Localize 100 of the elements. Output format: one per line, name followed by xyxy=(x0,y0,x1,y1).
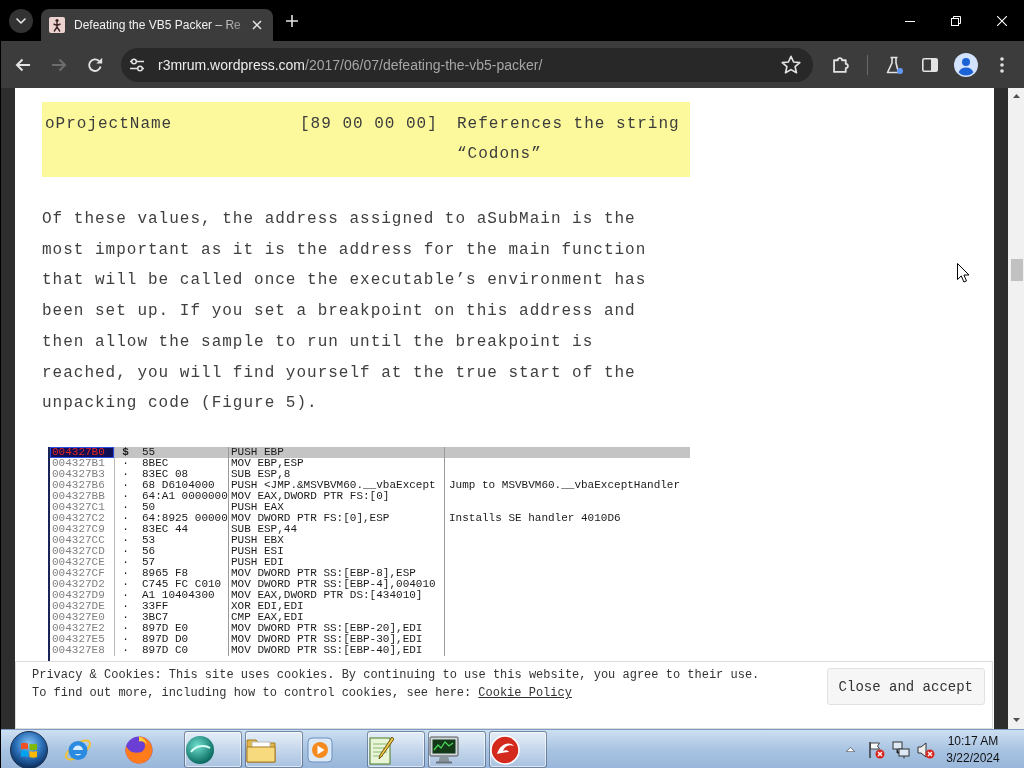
instruction-text: CMP EAX,EDI xyxy=(228,611,444,623)
marker-text: · xyxy=(114,479,136,491)
table-cell-text: References the string “Codons” xyxy=(456,114,681,165)
marker-text: · xyxy=(114,622,136,634)
notepad-pencil-icon xyxy=(368,734,394,765)
tune-icon[interactable] xyxy=(129,57,145,72)
scroll-down-icon[interactable] xyxy=(1013,718,1020,722)
instruction-text: PUSH <JMP.&MSVBVM60.__vbaExcept xyxy=(228,479,444,491)
hex-bytes-text: 68 D6104000 xyxy=(141,479,216,491)
instruction-text: MOV DWORD PTR SS:[EBP-40],EDI xyxy=(228,644,444,656)
instruction-text: MOV EAX,DWORD PTR FS:[0] xyxy=(228,490,444,502)
marker-text: · xyxy=(114,600,136,612)
flask-icon[interactable] xyxy=(885,55,903,74)
sphere-icon xyxy=(185,734,215,765)
cookie-policy-link[interactable]: Cookie Policy xyxy=(478,686,572,700)
flame-globe-icon xyxy=(124,734,154,765)
instruction-text: SUB ESP,44 xyxy=(228,523,444,535)
marker-text: · xyxy=(114,644,136,656)
page-scrollbar[interactable] xyxy=(1008,88,1024,729)
puzzle-icon[interactable] xyxy=(832,56,850,73)
start-orb-icon[interactable] xyxy=(10,730,48,768)
instruction-text: MOV EBP,ESP xyxy=(228,457,444,469)
back-arrow-icon xyxy=(15,57,31,72)
swoosh-disc-icon xyxy=(490,734,520,765)
instruction-text: PUSH EBP xyxy=(228,446,444,458)
instruction-text: MOV DWORD PTR SS:[EBP-20],EDI xyxy=(228,622,444,634)
body-paragraph: Of these values, the address assigned to aSubMain is the most important as it is the address for the main function that will be called once the executable’s environment has been set up. If you set a breakpoint on this address and then allow the sample to run until the breakpoint is reached, you will find yourself at the true start of the unpacking code (Figure 5). xyxy=(42,209,648,415)
cookie-notice-text: Privacy & Cookies: This site uses cookies. By continuing to use this website, you agree to their use. To find out more, including how to control cookies, see here: Cookie Policy xyxy=(32,667,760,702)
hex-bytes-text: 33FF xyxy=(141,600,170,612)
instruction-text: PUSH EAX xyxy=(228,501,444,513)
chevron-down-icon xyxy=(16,18,26,24)
comment-text: Installs SE handler 4010D6 xyxy=(444,512,690,524)
close-icon xyxy=(252,20,262,30)
clock-date: 3/22/2024 xyxy=(945,749,1001,767)
tab-search-button[interactable] xyxy=(9,9,33,33)
instruction-text: MOV EAX,DWORD PTR DS:[434010] xyxy=(228,589,444,601)
hex-bytes-text: 57 xyxy=(141,556,157,568)
caret-up-icon[interactable] xyxy=(846,747,855,752)
marker-text: · xyxy=(114,611,136,623)
taskbar-button[interactable] xyxy=(428,731,486,768)
marker-text: · xyxy=(114,633,136,645)
flag-alert-icon[interactable] xyxy=(866,740,885,759)
hex-bytes-text: 55 xyxy=(141,446,157,458)
hex-bytes-text: 897D D0 xyxy=(141,633,190,645)
table-cell-text: [89 00 00 00] xyxy=(299,114,439,135)
hex-bytes-text: A1 10404300 xyxy=(141,589,216,601)
instruction-text: MOV DWORD PTR SS:[EBP-30],EDI xyxy=(228,633,444,645)
clock-time: 10:17 AM xyxy=(946,732,1000,750)
hex-bytes-text: 83EC 44 xyxy=(141,523,190,535)
folder-icon xyxy=(246,736,276,763)
hex-bytes-text: 50 xyxy=(141,501,157,513)
marker-text: · xyxy=(114,556,136,568)
marker-text: · xyxy=(114,468,136,480)
address-text: 004327B0 xyxy=(50,446,114,458)
marker-text: · xyxy=(114,578,136,590)
address-bar[interactable]: r3mrum.wordpress.com/2017/06/07/defeating-the-vb5-packer/ xyxy=(121,47,813,82)
hex-bytes-text: 83EC 08 xyxy=(141,468,190,480)
more-options-icon[interactable] xyxy=(1000,56,1004,73)
instruction-text: MOV DWORD PTR FS:[0],ESP xyxy=(228,512,444,524)
marker-text: · xyxy=(114,589,136,601)
hex-bytes-text: 897D C0 xyxy=(141,644,190,656)
plus-icon xyxy=(286,15,298,27)
hex-bytes-text: 56 xyxy=(141,545,157,557)
scroll-up-icon[interactable] xyxy=(1013,94,1020,98)
side-panel-icon[interactable] xyxy=(922,57,938,72)
minimize-icon xyxy=(905,20,915,22)
close-and-accept-button[interactable]: Close and accept xyxy=(826,668,985,705)
instruction-text: PUSH EDI xyxy=(228,556,444,568)
instruction-text: MOV DWORD PTR SS:[EBP-4],004010 xyxy=(228,578,444,590)
instruction-text: MOV DWORD PTR SS:[EBP-8],ESP xyxy=(228,567,444,579)
favicon-icon xyxy=(49,17,65,33)
browser-tab[interactable]: Defeating the VB5 Packer – Re xyxy=(41,9,273,41)
marker-text: · xyxy=(114,534,136,546)
marker-text: · xyxy=(114,501,136,513)
marker-text: · xyxy=(114,567,136,579)
instruction-text: SUB ESP,8 xyxy=(228,468,444,480)
hex-bytes-text: 8965 F8 xyxy=(141,567,190,579)
mouse-pointer-icon xyxy=(957,263,970,283)
hex-bytes-text: 53 xyxy=(141,534,157,546)
star-icon[interactable] xyxy=(781,55,801,74)
reload-icon xyxy=(87,56,103,73)
hex-bytes-text: C745 FC C010 xyxy=(141,578,223,590)
hex-bytes-text: 8BEC xyxy=(141,457,170,469)
scrollbar-thumb[interactable] xyxy=(1010,259,1023,281)
marker-text: · xyxy=(114,512,136,524)
marker-text: · xyxy=(114,490,136,502)
hex-bytes-text: 897D E0 xyxy=(141,622,190,634)
url-text: r3mrum.wordpress.com/2017/06/07/defeating-the-vb5-packer/ xyxy=(158,56,543,73)
hex-bytes-text: 64:A1 0000000 xyxy=(141,490,228,502)
hex-bytes-text: 3BC7 xyxy=(141,611,170,623)
network-icon[interactable] xyxy=(891,740,910,759)
hex-bytes-text: 64:8925 00000 xyxy=(141,512,228,524)
marker-text: · xyxy=(114,457,136,469)
table-cell-text: oProjectName xyxy=(44,114,174,135)
close-icon xyxy=(997,16,1007,26)
forward-arrow-icon xyxy=(51,57,67,72)
instruction-text: PUSH ESI xyxy=(228,545,444,557)
speaker-muted-icon[interactable] xyxy=(916,740,935,759)
instruction-text: PUSH EBX xyxy=(228,534,444,546)
avatar-icon[interactable] xyxy=(954,52,978,77)
